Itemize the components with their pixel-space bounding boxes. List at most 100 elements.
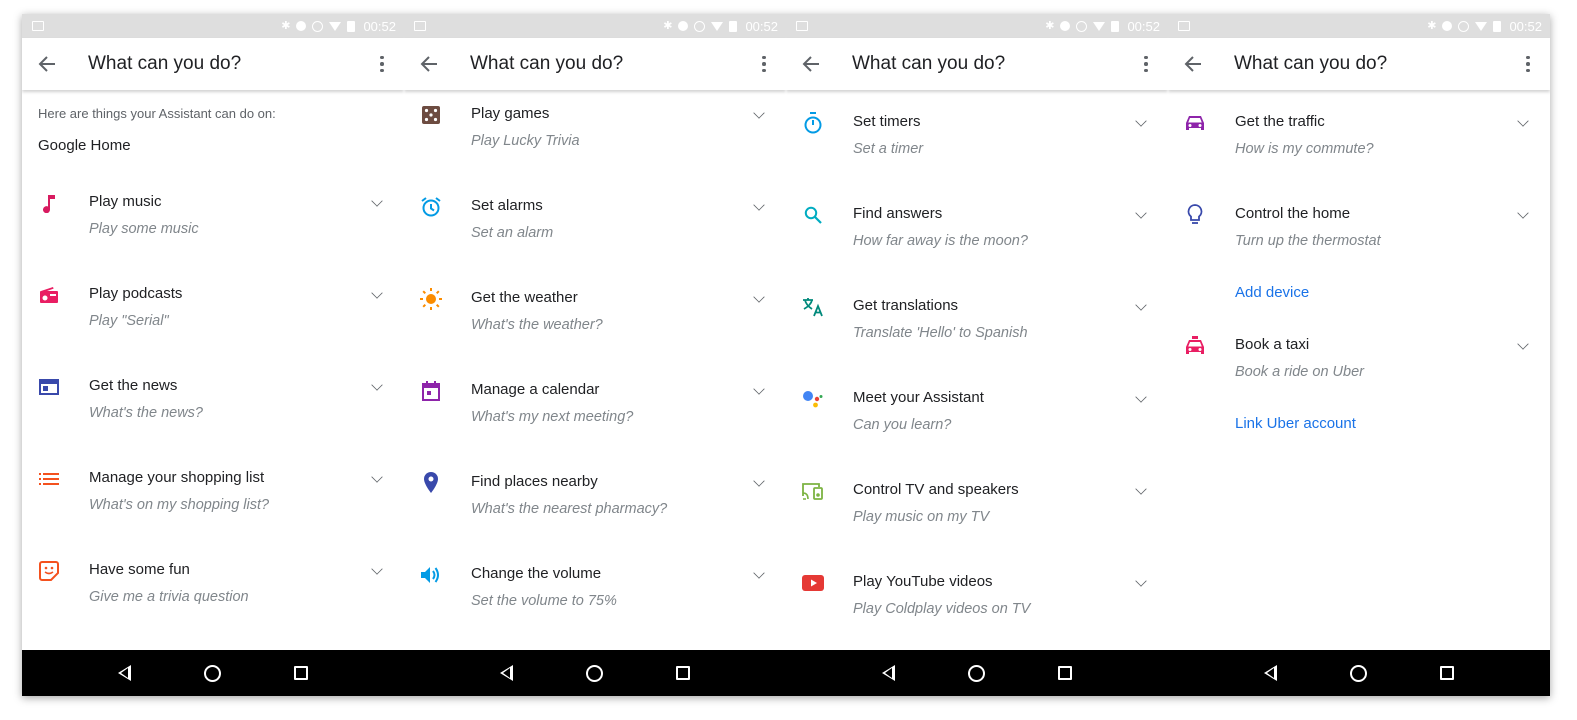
image-notification-icon <box>796 21 808 31</box>
chevron-down-icon[interactable] <box>1135 391 1147 403</box>
list-item[interactable]: Get the traffic How is my commute? <box>1168 112 1550 192</box>
status-bar: ✱ 00:52 <box>1168 14 1550 38</box>
nav-home-icon[interactable] <box>203 664 221 682</box>
nav-home-icon[interactable] <box>967 664 985 682</box>
list-item[interactable]: Change the volume Set the volume to 75% <box>404 564 786 644</box>
list-item[interactable]: Find places nearby What's the nearest ph… <box>404 472 786 552</box>
device-name: Google Home <box>38 137 131 154</box>
nav-recents-icon[interactable] <box>1439 666 1454 680</box>
item-example: Set an alarm <box>471 225 554 241</box>
status-time: 00:52 <box>745 18 778 34</box>
item-example: Play Coldplay videos on TV <box>853 601 1031 617</box>
battery-icon <box>729 20 738 32</box>
volume-icon <box>420 564 442 586</box>
add-device-link[interactable]: Add device <box>1235 284 1309 301</box>
list-item[interactable]: Get translations Translate 'Hello' to Sp… <box>786 296 1168 376</box>
list-item[interactable]: Control TV and speakers Play music on my… <box>786 480 1168 560</box>
item-label: Set alarms <box>471 197 543 214</box>
item-label: Set timers <box>853 113 921 130</box>
nav-recents-icon[interactable] <box>293 666 308 680</box>
chevron-down-icon[interactable] <box>1135 115 1147 127</box>
list-item[interactable]: Manage a calendar What's my next meeting… <box>404 380 786 460</box>
status-time: 00:52 <box>363 18 396 34</box>
chevron-down-icon[interactable] <box>753 107 765 119</box>
item-example: Set a timer <box>853 141 924 157</box>
chevron-down-icon[interactable] <box>1517 115 1529 127</box>
list-item[interactable]: Get the weather What's the weather? <box>404 288 786 368</box>
screen-1: ✱ 00:52 What can you do? Here are things… <box>22 14 404 696</box>
list-item[interactable]: Meet your Assistant Can you learn? <box>786 388 1168 468</box>
list-item[interactable]: Play podcasts Play "Serial" <box>22 284 404 364</box>
nav-back-icon[interactable] <box>1264 665 1278 681</box>
chevron-down-icon[interactable] <box>753 291 765 303</box>
page-title: What can you do? <box>1234 53 1388 74</box>
more-vert-icon[interactable] <box>1520 55 1536 73</box>
translate-icon <box>802 296 824 318</box>
list-item[interactable]: Set timers Set a timer <box>786 112 1168 192</box>
list-item[interactable]: Control the home Turn up the thermostat <box>1168 204 1550 284</box>
item-label: Meet your Assistant <box>853 389 984 406</box>
list-item[interactable]: Have some fun Give me a trivia question <box>22 560 404 640</box>
list-item[interactable]: Book a taxi Book a ride on Uber <box>1168 335 1550 415</box>
chevron-down-icon[interactable] <box>1135 483 1147 495</box>
alarm-status-icon <box>1458 20 1470 32</box>
item-example: Play some music <box>89 221 199 237</box>
chevron-down-icon[interactable] <box>753 567 765 579</box>
chevron-down-icon[interactable] <box>1517 338 1529 350</box>
capabilities-list: Play games Play Lucky Trivia Set alarms … <box>404 90 786 650</box>
list-item[interactable]: Find answers How far away is the moon? <box>786 204 1168 284</box>
chevron-down-icon[interactable] <box>371 379 383 391</box>
nav-bar <box>22 650 404 696</box>
news-icon <box>38 376 60 398</box>
more-vert-icon[interactable] <box>1138 55 1154 73</box>
chevron-down-icon[interactable] <box>371 471 383 483</box>
item-example: How is my commute? <box>1235 141 1374 157</box>
list-item[interactable]: Set alarms Set an alarm <box>404 196 786 276</box>
list-item[interactable]: Play music Play some music <box>22 192 404 272</box>
link-uber-account-link[interactable]: Link Uber account <box>1235 415 1356 432</box>
chevron-down-icon[interactable] <box>371 195 383 207</box>
item-label: Control TV and speakers <box>853 481 1019 498</box>
calendar-icon <box>420 380 442 402</box>
nav-bar <box>786 650 1168 696</box>
nav-recents-icon[interactable] <box>1057 666 1072 680</box>
nav-back-icon[interactable] <box>882 665 896 681</box>
back-arrow-icon[interactable] <box>420 53 442 75</box>
nav-back-icon[interactable] <box>500 665 514 681</box>
chevron-down-icon[interactable] <box>753 199 765 211</box>
chevron-down-icon[interactable] <box>753 475 765 487</box>
chevron-down-icon[interactable] <box>1135 299 1147 311</box>
item-example: Set the volume to 75% <box>471 593 617 609</box>
list-item[interactable]: Manage your shopping list What's on my s… <box>22 468 404 548</box>
back-arrow-icon[interactable] <box>1184 53 1206 75</box>
nav-home-icon[interactable] <box>585 664 603 682</box>
page-title: What can you do? <box>470 53 624 74</box>
battery-icon <box>347 20 356 32</box>
capabilities-list: Here are things your Assistant can do on… <box>22 90 404 650</box>
chevron-down-icon[interactable] <box>371 287 383 299</box>
sun-icon <box>420 288 442 310</box>
image-notification-icon <box>32 21 44 31</box>
nav-recents-icon[interactable] <box>675 666 690 680</box>
list-item[interactable]: Get the news What's the news? <box>22 376 404 456</box>
chevron-down-icon[interactable] <box>1135 207 1147 219</box>
assistant-icon <box>802 388 824 410</box>
back-arrow-icon[interactable] <box>802 53 824 75</box>
more-vert-icon[interactable] <box>374 55 390 73</box>
more-vert-icon[interactable] <box>756 55 772 73</box>
list-icon <box>38 468 60 490</box>
list-item[interactable]: Play games Play Lucky Trivia <box>404 104 786 184</box>
item-label: Get the news <box>89 377 178 394</box>
list-item[interactable]: Play YouTube videos Play Coldplay videos… <box>786 572 1168 650</box>
chevron-down-icon[interactable] <box>753 383 765 395</box>
chevron-down-icon[interactable] <box>371 563 383 575</box>
chevron-down-icon[interactable] <box>1135 575 1147 587</box>
back-arrow-icon[interactable] <box>38 53 60 75</box>
chevron-down-icon[interactable] <box>1517 207 1529 219</box>
item-label: Play YouTube videos <box>853 573 993 590</box>
status-time: 00:52 <box>1509 18 1542 34</box>
intro-text: Here are things your Assistant can do on… <box>38 106 276 121</box>
nav-home-icon[interactable] <box>1349 664 1367 682</box>
wifi-icon <box>1093 21 1106 31</box>
nav-back-icon[interactable] <box>118 665 132 681</box>
